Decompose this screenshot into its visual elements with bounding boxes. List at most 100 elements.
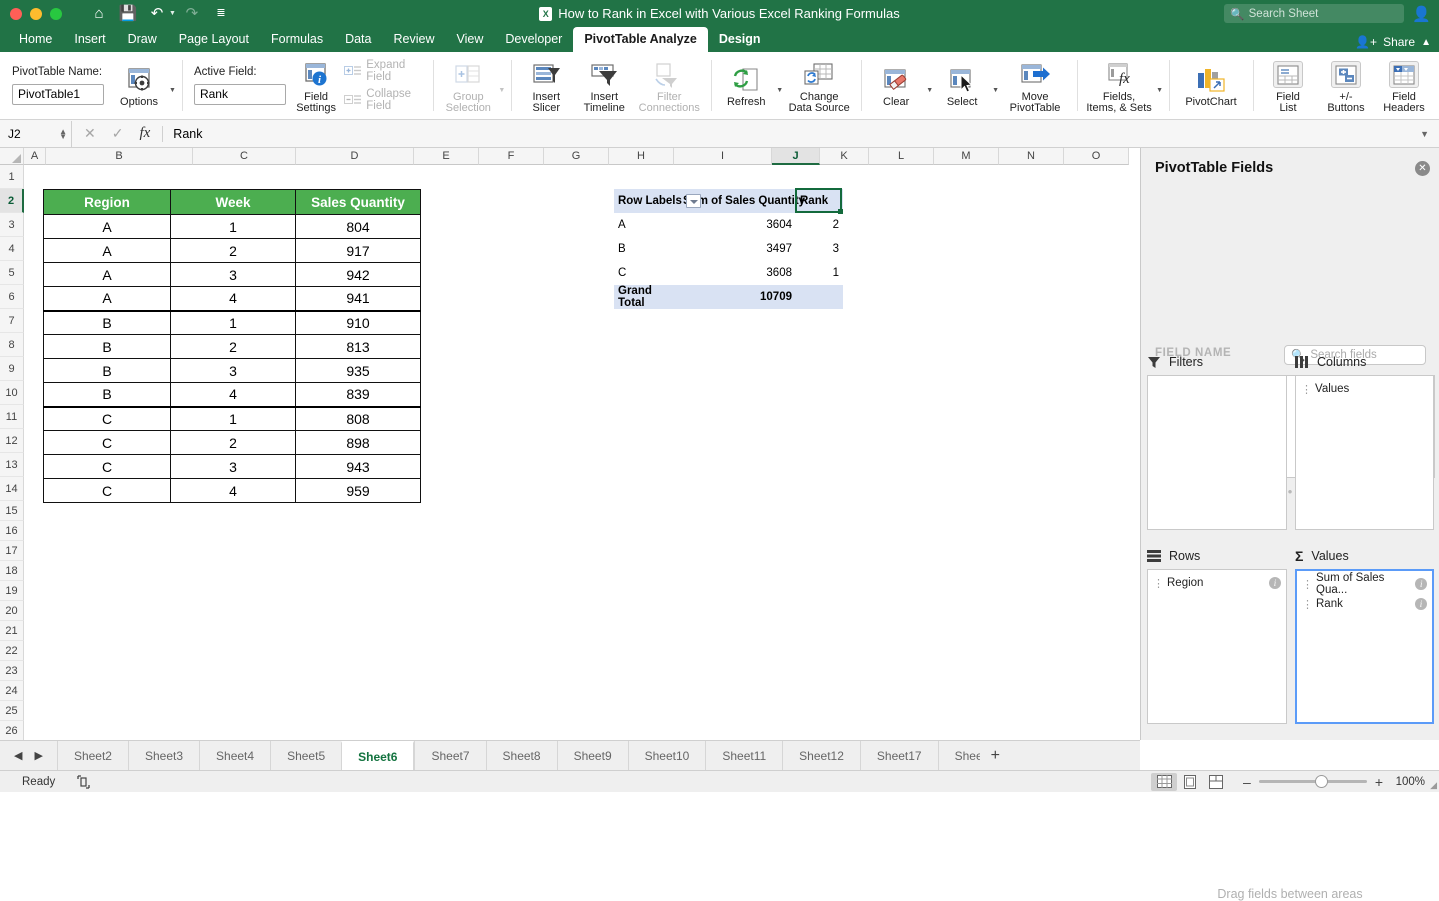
cell-sales[interactable]: 942	[295, 262, 421, 287]
drag-handle-icon[interactable]: ⋮	[1302, 578, 1313, 591]
refresh-button[interactable]: Refresh	[717, 62, 775, 109]
tab-design[interactable]: Design	[708, 27, 772, 52]
pivot-row-labels-header[interactable]: Row Labels	[614, 189, 701, 213]
name-box-spinner-icon[interactable]: ▲ ▼	[59, 127, 67, 140]
cell-sales[interactable]: 839	[295, 382, 421, 408]
row-header-18[interactable]: 18	[0, 561, 24, 581]
cell-region[interactable]: A	[43, 262, 171, 287]
row-header-9[interactable]: 9	[0, 357, 24, 381]
pivot-data-row[interactable]: B 3497 3	[614, 237, 843, 261]
row-header-15[interactable]: 15	[0, 501, 24, 521]
table-row[interactable]: A 1 804	[43, 214, 421, 239]
table-row[interactable]: B 4 839	[43, 382, 421, 408]
row-header-6[interactable]: 6	[0, 285, 24, 309]
field-list-button[interactable]: Field List	[1259, 57, 1317, 115]
row-header-4[interactable]: 4	[0, 237, 24, 261]
cell-region[interactable]: A	[43, 214, 171, 239]
fields-items-sets-button[interactable]: fx Fields, Items, & Sets	[1083, 57, 1155, 115]
previous-sheet-icon[interactable]: ◀	[14, 749, 22, 762]
cell-region[interactable]: C	[43, 454, 171, 479]
pivot-data-row[interactable]: C 3608 1	[614, 261, 843, 285]
expand-field-button[interactable]: Expand Field	[344, 59, 423, 83]
pivot-grand-total-row[interactable]: Grand Total 10709	[614, 285, 843, 309]
cancel-formula-icon[interactable]: ✕	[84, 125, 96, 142]
options-button-wrap[interactable]: Options ▼	[110, 62, 176, 109]
cell-week[interactable]: 3	[170, 358, 296, 383]
cell-week[interactable]: 1	[170, 406, 296, 431]
sheet-tab-sheet1[interactable]: Sheet1	[937, 741, 980, 770]
values-dropzone[interactable]: ⋮ Sum of Sales Qua... i ⋮ Rank i	[1295, 569, 1434, 724]
column-header-J[interactable]: J	[772, 148, 820, 165]
cell-region[interactable]: A	[43, 238, 171, 263]
cell-sales[interactable]: 943	[295, 454, 421, 479]
sheet-tab-sheet10[interactable]: Sheet10	[627, 741, 706, 770]
redo-icon[interactable]: ↷	[179, 3, 205, 25]
cell-sales[interactable]: 808	[295, 406, 421, 431]
insert-timeline-button[interactable]: Insert Timeline	[575, 57, 633, 115]
clear-button[interactable]: Clear	[867, 62, 925, 109]
cell-week[interactable]: 4	[170, 478, 296, 503]
column-header-N[interactable]: N	[999, 148, 1064, 165]
filters-dropzone[interactable]	[1147, 375, 1287, 530]
sheet-tab-sheet3[interactable]: Sheet3	[127, 741, 199, 770]
collapse-ribbon-icon[interactable]: ▲	[1421, 37, 1431, 48]
cell-week[interactable]: 3	[170, 262, 296, 287]
column-header-F[interactable]: F	[479, 148, 544, 165]
cell-week[interactable]: 4	[170, 286, 296, 312]
table-row[interactable]: A 3 942	[43, 262, 421, 287]
zoom-level-label[interactable]: 100%	[1391, 776, 1425, 788]
zoom-slider[interactable]	[1258, 775, 1367, 788]
cell-week[interactable]: 4	[170, 382, 296, 408]
select-button[interactable]: Select	[933, 62, 991, 109]
chip-region[interactable]: ⋮ Region i	[1148, 573, 1286, 593]
cell-week[interactable]: 1	[170, 310, 296, 335]
row-header-24[interactable]: 24	[0, 681, 24, 701]
insert-function-icon[interactable]: fx	[139, 125, 150, 142]
row-header-13[interactable]: 13	[0, 453, 24, 477]
minimize-window-button[interactable]	[30, 7, 42, 20]
name-box[interactable]: J2 ▲ ▼	[0, 120, 72, 147]
tab-pivottable-analyze[interactable]: PivotTable Analyze	[573, 27, 708, 52]
collapse-field-button[interactable]: Collapse Field	[344, 88, 423, 112]
cell-sales[interactable]: 813	[295, 334, 421, 359]
sheet-tab-sheet6[interactable]: Sheet6	[341, 741, 415, 770]
zoom-out-button[interactable]: –	[1243, 774, 1251, 790]
cell-week[interactable]: 2	[170, 334, 296, 359]
row-header-8[interactable]: 8	[0, 333, 24, 357]
move-pivottable-button[interactable]: Move PivotTable	[999, 57, 1071, 115]
sheet-tab-sheet12[interactable]: Sheet12	[782, 741, 860, 770]
info-icon[interactable]: i	[1415, 578, 1427, 590]
cell-region[interactable]: A	[43, 286, 171, 312]
table-row[interactable]: A 4 941	[43, 286, 421, 312]
options-dropdown-icon[interactable]: ▼	[169, 87, 176, 94]
row-header-2[interactable]: 2	[0, 189, 24, 213]
clear-wrap[interactable]: Clear ▼	[867, 62, 933, 109]
page-break-icon[interactable]	[1203, 773, 1229, 791]
next-sheet-icon[interactable]: ▶	[34, 749, 42, 762]
select-all-corner[interactable]	[0, 148, 24, 165]
pivot-label-c[interactable]: C	[614, 261, 679, 285]
pivotchart-button[interactable]: PivotChart	[1175, 62, 1247, 109]
column-header-L[interactable]: L	[869, 148, 934, 165]
tab-review[interactable]: Review	[382, 27, 445, 52]
tab-insert[interactable]: Insert	[63, 27, 116, 52]
table-row[interactable]: C 3 943	[43, 454, 421, 479]
drag-handle-icon[interactable]: ⋮	[1153, 577, 1164, 590]
cell-sales[interactable]: 804	[295, 214, 421, 239]
group-dropdown-icon[interactable]: ▼	[498, 87, 505, 94]
chip-sum-of-sales-quantity[interactable]: ⋮ Sum of Sales Qua... i	[1297, 572, 1432, 596]
add-sheet-button[interactable]: +	[980, 741, 1011, 770]
pivot-grand-total-rank[interactable]	[796, 285, 843, 309]
refresh-dropdown-icon[interactable]: ▼	[776, 87, 783, 94]
row-header-16[interactable]: 16	[0, 521, 24, 541]
drag-handle-icon[interactable]: ⋮	[1302, 598, 1313, 611]
row-header-26[interactable]: 26	[0, 721, 24, 740]
sheet-tab-sheet7[interactable]: Sheet7	[414, 741, 485, 770]
pivot-label-a[interactable]: A	[614, 213, 679, 237]
search-sheet-input[interactable]: 🔍 Search Sheet	[1224, 4, 1405, 23]
cell-sales[interactable]: 898	[295, 430, 421, 455]
row-header-20[interactable]: 20	[0, 601, 24, 621]
home-icon[interactable]: ⌂	[86, 3, 112, 25]
chip-values[interactable]: ⋮ Values	[1296, 379, 1433, 399]
pivot-grand-total-sum[interactable]: 10709	[679, 285, 796, 309]
